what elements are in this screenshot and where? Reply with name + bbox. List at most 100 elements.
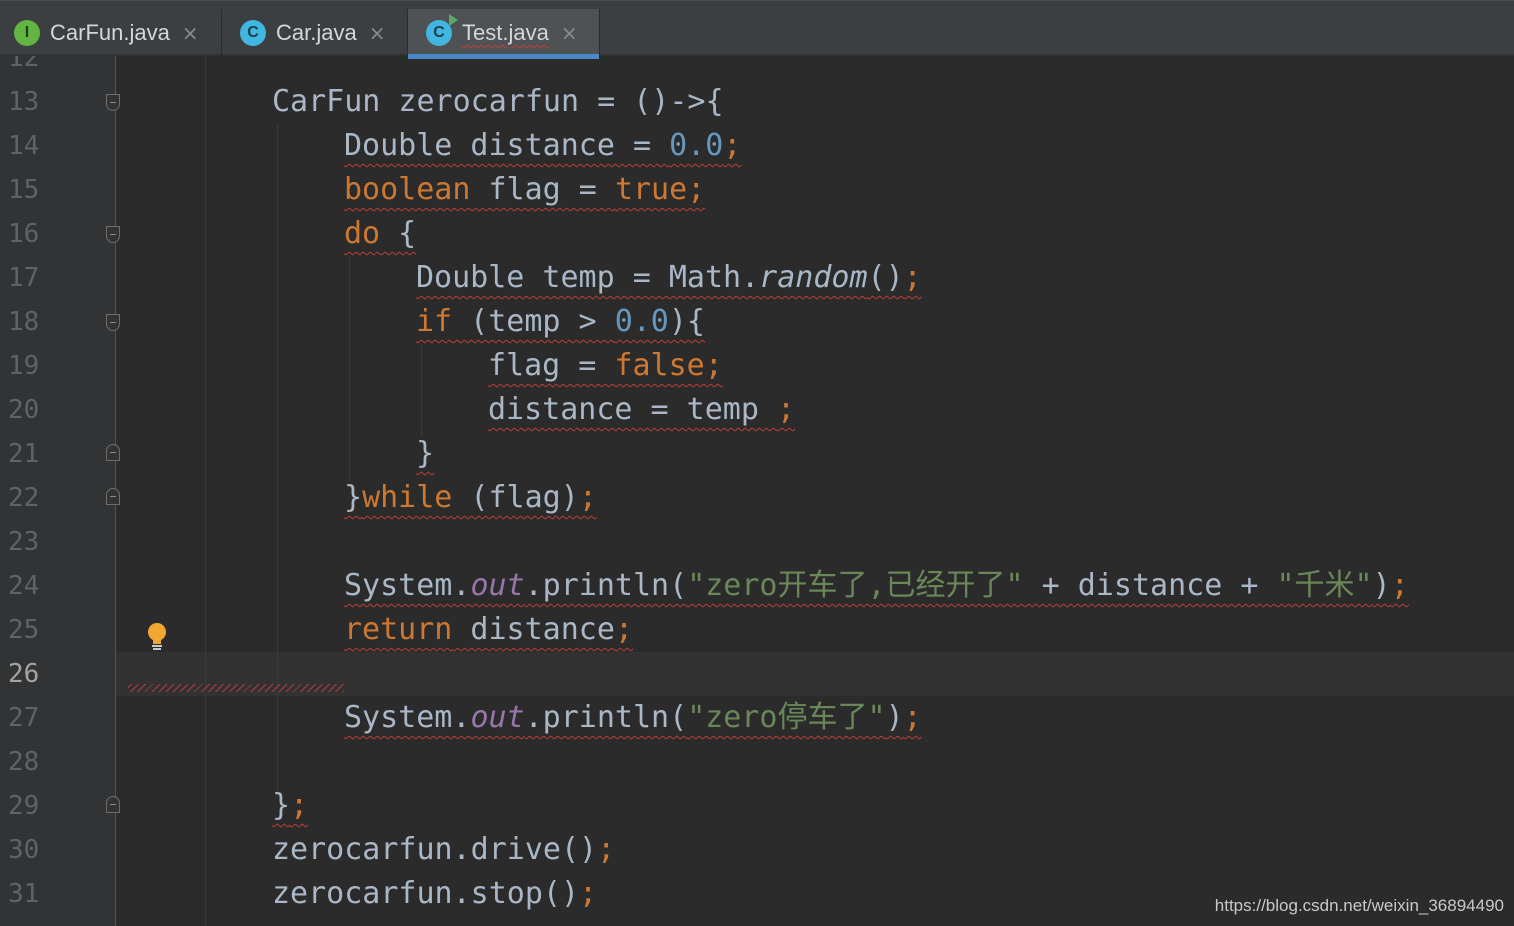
line-number: 29 (8, 791, 40, 821)
code-token: while (362, 480, 453, 515)
fold-close-icon[interactable] (106, 444, 120, 461)
code-token: .println( (524, 568, 688, 603)
tab-test-java[interactable]: C Test.java × (408, 9, 600, 59)
code-token: .println( (524, 700, 688, 735)
close-icon[interactable]: × (369, 21, 386, 45)
class-letter: C (433, 24, 445, 41)
code-line[interactable]: CarFun zerocarfun = ()->{ (128, 80, 724, 124)
code-token: out (470, 700, 525, 735)
fold-open-icon[interactable] (106, 314, 120, 331)
code-line[interactable]: }while (flag); (128, 476, 597, 520)
code-line[interactable]: do { (128, 212, 416, 256)
code-token: do (344, 216, 381, 251)
interface-file-icon: I (14, 20, 40, 46)
code-token: ; (903, 260, 922, 295)
code-line[interactable]: zerocarfun.drive(); (128, 828, 615, 872)
line-number: 24 (8, 571, 40, 601)
code-token: ) (1372, 568, 1391, 603)
line-number-gutter[interactable]: 12 13 14 15 16 17 18 19 20 21 22 23 24 25 26 27 28 29 30 3… (0, 56, 116, 926)
fold-close-icon[interactable] (106, 488, 120, 505)
line-number: 22 (8, 483, 40, 513)
line-number: 23 (8, 527, 40, 557)
line-number: 15 (8, 175, 40, 205)
line-number: 21 (8, 439, 40, 469)
code-line[interactable]: } (128, 432, 434, 476)
code-token: distance (452, 612, 615, 647)
line-number: 30 (8, 835, 40, 865)
code-token: CarFun zerocarfun = ()->{ (272, 84, 724, 119)
code-line[interactable]: Double temp = Math.random(); (128, 256, 922, 300)
class-file-icon: C (240, 20, 266, 46)
code-token: ) (885, 700, 904, 735)
code-token: ; (578, 480, 597, 515)
code-token: { (380, 216, 417, 251)
code-token: distance = temp (488, 392, 777, 427)
code-token: random (759, 260, 868, 295)
code-token: true; (614, 172, 706, 207)
code-token: ; (1390, 568, 1409, 603)
tab-label: Car.java (276, 20, 357, 45)
close-icon[interactable]: × (561, 21, 578, 45)
code-token: 0.0 (614, 304, 669, 339)
code-line[interactable]: flag = false; (128, 344, 723, 388)
watermark-url: https://blog.csdn.net/weixin_36894490 (1214, 896, 1504, 915)
line-number: 26 (8, 659, 40, 689)
fold-open-icon[interactable] (106, 94, 120, 111)
tab-carfun-java[interactable]: I CarFun.java × (0, 9, 222, 57)
code-token: zerocarfun.drive() (272, 832, 598, 867)
code-token: 0.0 (669, 128, 724, 163)
code-token: ){ (668, 304, 705, 339)
line-number: 12 (8, 56, 40, 73)
code-token: (temp > (452, 304, 615, 339)
code-token: flag = (488, 348, 615, 383)
code-token: ; (579, 876, 598, 911)
code-line[interactable]: return distance; (128, 608, 633, 652)
code-token: false; (614, 348, 723, 383)
runnable-class-file-icon: C (426, 14, 458, 46)
code-line[interactable]: Double distance = 0.0; (128, 124, 741, 168)
fold-open-icon[interactable] (106, 226, 120, 243)
code-token: zerocarfun.stop() (272, 876, 580, 911)
code-token: } (272, 788, 291, 823)
line-number: 19 (8, 351, 40, 381)
line-number: 13 (8, 87, 40, 117)
editor-tab-bar: I CarFun.java × C Car.java × C Test.java… (0, 0, 1514, 59)
code-token: System. (344, 700, 471, 735)
code-line[interactable]: System.out.println("zero停车了"); (128, 696, 922, 740)
line-number: 17 (8, 263, 40, 293)
code-line[interactable]: boolean flag = true; (128, 168, 705, 212)
line-number: 18 (8, 307, 40, 337)
lightbulb-icon[interactable] (146, 622, 168, 652)
code-line[interactable]: System.out.println("zero开车了,已经开了" + dist… (128, 564, 1409, 608)
line-number: 16 (8, 219, 40, 249)
code-token: System. (344, 568, 471, 603)
code-token: ; (614, 612, 633, 647)
code-token: Double distance = (344, 128, 670, 163)
code-token: ; (776, 392, 796, 427)
code-line[interactable]: distance = temp ; (128, 388, 795, 432)
code-token: ; (597, 832, 616, 867)
code-token: flag = (470, 172, 615, 207)
code-token: "千米" (1276, 568, 1373, 603)
code-line[interactable]: zerocarfun.stop(); (128, 872, 597, 916)
tab-car-java[interactable]: C Car.java × (222, 9, 408, 57)
run-marker-icon (449, 14, 458, 26)
close-icon[interactable]: × (182, 21, 199, 45)
tab-label: CarFun.java (50, 20, 170, 45)
code-line[interactable]: }; (128, 784, 308, 828)
code-token: } (344, 480, 363, 515)
tab-label: Test.java (462, 20, 549, 45)
code-token: ; (723, 128, 742, 163)
code-token: Double temp = Math. (416, 260, 760, 295)
line-number: 20 (8, 395, 40, 425)
code-token: boolean (344, 172, 471, 207)
line-number: 27 (8, 703, 40, 733)
code-token: ; (903, 700, 922, 735)
fold-close-icon[interactable] (106, 796, 120, 813)
code-token: } (416, 436, 435, 471)
code-line[interactable]: if (temp > 0.0){ (128, 300, 705, 344)
code-token: ; (290, 788, 309, 823)
line-number: 25 (8, 615, 40, 645)
code-token: out (470, 568, 525, 603)
code-token: "zero开车了,已经开了" (687, 568, 1024, 603)
